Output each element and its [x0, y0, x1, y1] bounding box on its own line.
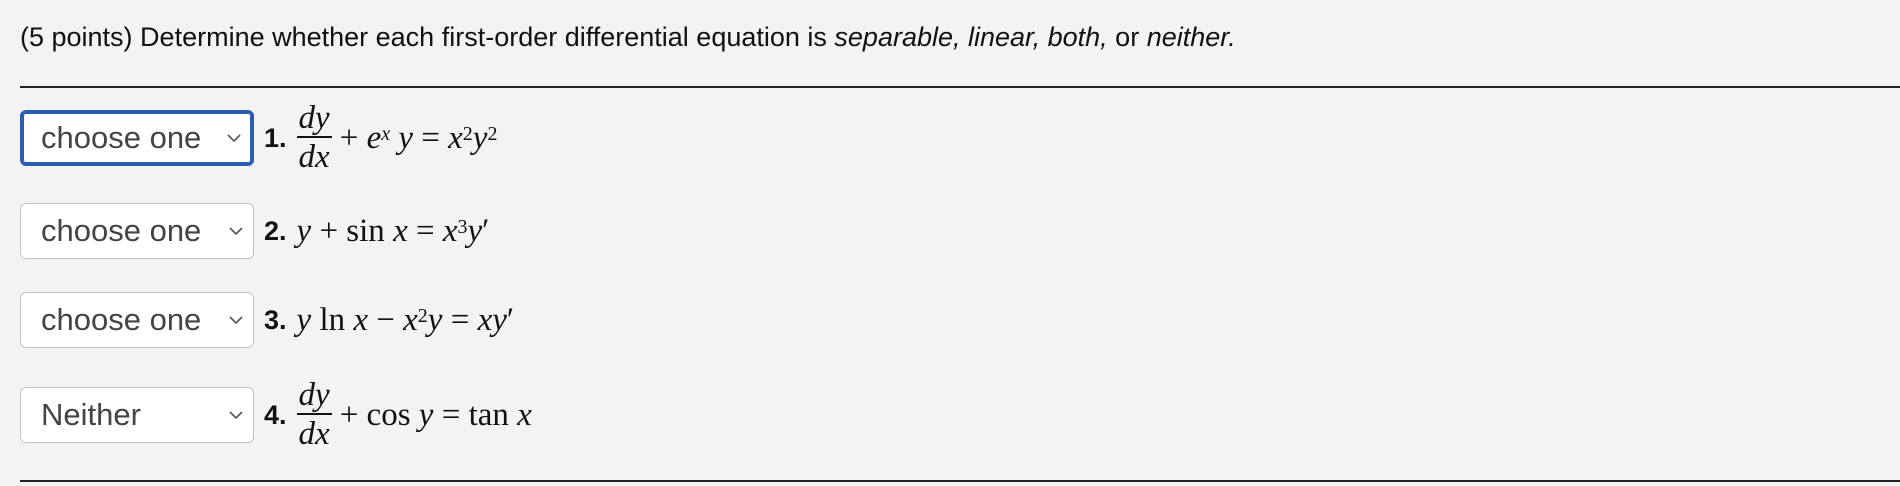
answer-select-3[interactable]: choose one	[20, 292, 254, 348]
select-value-1: choose one	[41, 120, 202, 155]
answer-select-2[interactable]: choose one	[20, 203, 254, 259]
bottom-divider	[20, 480, 1900, 482]
chevron-down-icon	[229, 411, 243, 420]
equation-3: y ln x − x2y = xy ′	[296, 301, 515, 338]
chevron-down-icon	[227, 134, 241, 143]
answer-select-4[interactable]: Neither	[20, 387, 254, 443]
fraction-dy-dx: dy dx	[296, 100, 332, 175]
item-number-3: 3.	[264, 304, 287, 335]
equation-row-4: Neither 4. dy dx + cos y = tan x	[20, 377, 532, 453]
equation-4: dy dx + cos y = tan x	[296, 377, 532, 452]
select-value-3: choose one	[41, 302, 202, 337]
select-value-4: Neither	[41, 397, 141, 432]
option-both-text: both,	[1047, 22, 1108, 52]
equation-row-1: choose one 1. dy dx + ex y = x2y2	[20, 100, 497, 176]
option-linear-text: linear,	[968, 22, 1041, 52]
equation-1: dy dx + ex y = x2y2	[296, 100, 498, 175]
question-page: (5 points) Determine whether each first-…	[0, 0, 1900, 486]
answer-select-1[interactable]: choose one	[20, 110, 254, 166]
or-text: or	[1115, 22, 1140, 52]
question-prompt: (5 points) Determine whether each first-…	[20, 22, 1236, 53]
item-number-4: 4.	[264, 399, 287, 430]
item-number-2: 2.	[264, 215, 287, 246]
select-value-2: choose one	[41, 213, 202, 248]
top-divider	[20, 86, 1900, 88]
chevron-down-icon	[229, 316, 243, 325]
equation-row-2: choose one 2. y + sin x = x 3 y ′	[20, 203, 489, 259]
equation-row-3: choose one 3. y ln x − x2y = xy ′	[20, 292, 514, 348]
equation-2: y + sin x = x 3 y ′	[296, 212, 490, 249]
item-number-1: 1.	[264, 122, 287, 153]
prompt-prefix: (5 points) Determine whether each first-…	[20, 22, 835, 52]
chevron-down-icon	[229, 227, 243, 236]
option-separable-text: separable,	[834, 22, 961, 52]
option-neither-text: neither.	[1146, 22, 1236, 52]
fraction-dy-dx: dy dx	[296, 377, 332, 452]
